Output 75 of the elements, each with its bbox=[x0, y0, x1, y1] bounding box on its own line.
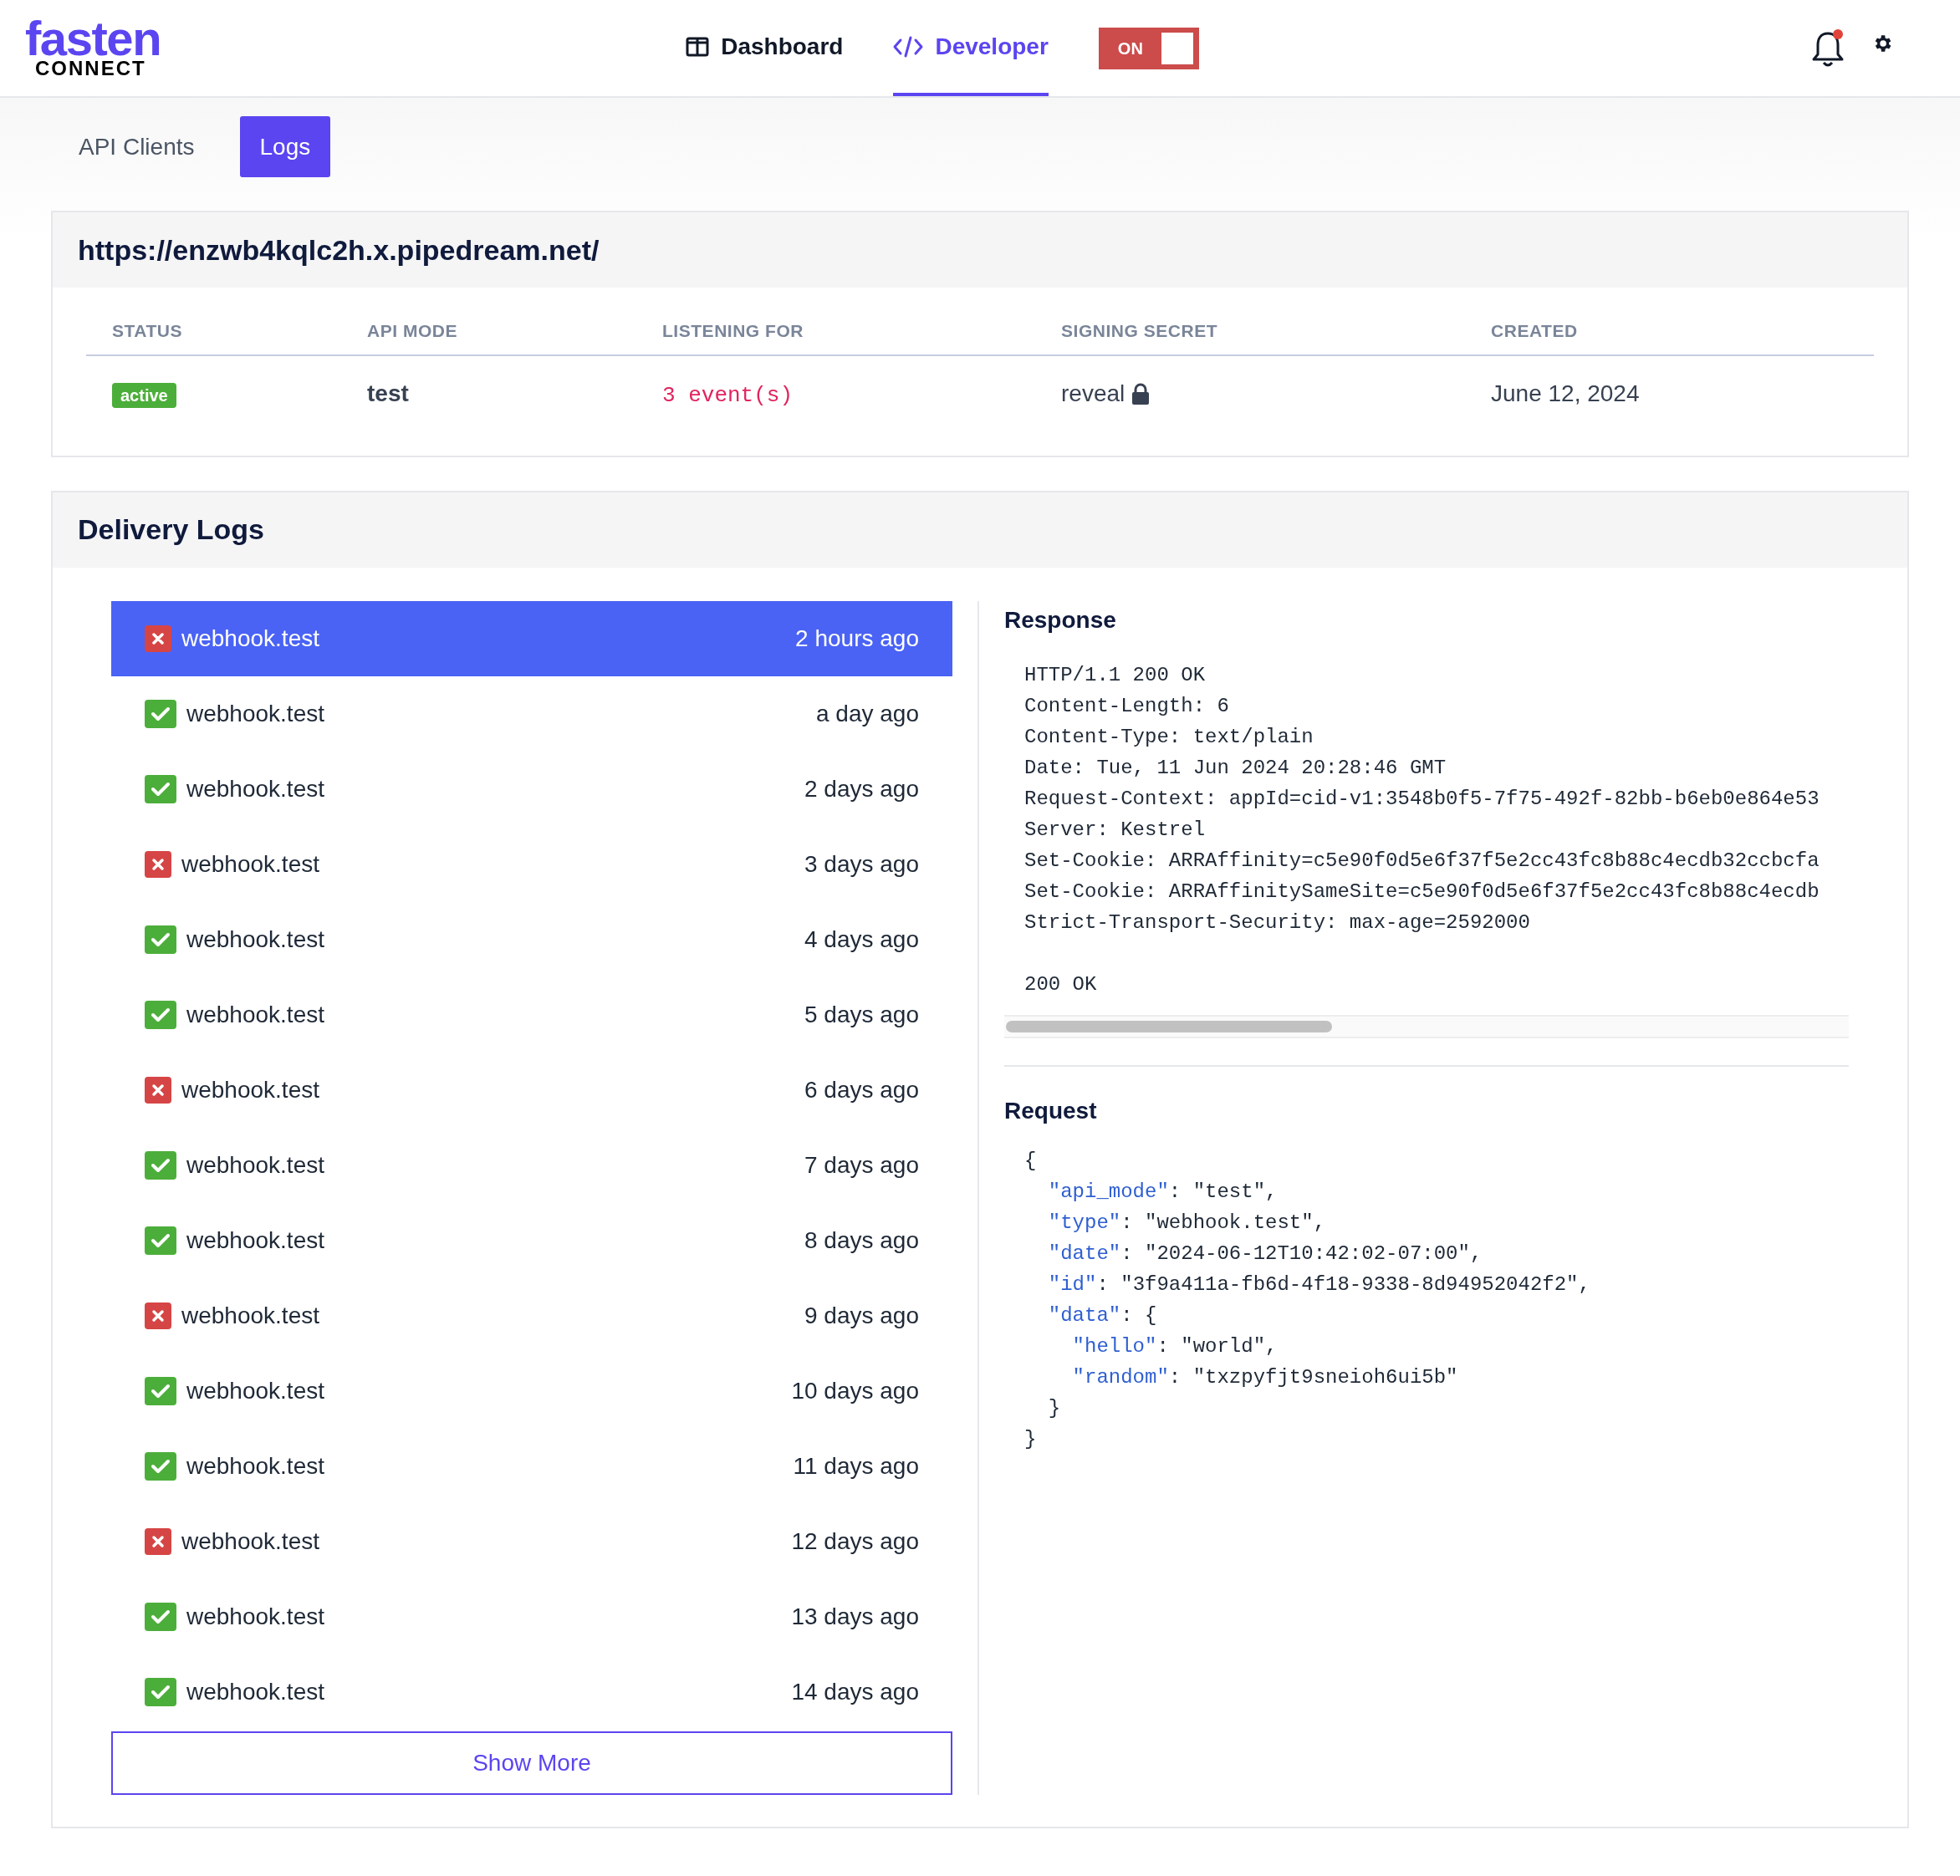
code-line: } bbox=[1047, 1395, 1061, 1421]
subtab[interactable]: API Clients bbox=[59, 116, 215, 177]
section-title: Response bbox=[1004, 605, 1117, 635]
subtab[interactable]: Logs bbox=[239, 116, 331, 177]
log-item[interactable]: webhook.test 10 days ago bbox=[111, 1353, 952, 1429]
log-item[interactable]: webhook.test 2 days ago bbox=[111, 751, 952, 827]
check-icon bbox=[145, 925, 176, 954]
check-icon bbox=[145, 1451, 176, 1481]
log-item[interactable]: webhook.test 3 days ago bbox=[111, 826, 952, 902]
column-header: API MODE bbox=[367, 321, 458, 340]
check-icon bbox=[145, 1602, 176, 1631]
check-icon bbox=[145, 1376, 176, 1405]
log-item[interactable]: webhook.test 13 days ago bbox=[111, 1578, 952, 1654]
log-item[interactable]: webhook.test 2 hours ago bbox=[111, 600, 952, 676]
log-item[interactable]: webhook.test 9 days ago bbox=[111, 1277, 952, 1353]
check-icon bbox=[145, 774, 176, 803]
cross-icon bbox=[145, 1076, 171, 1104]
check-icon bbox=[145, 1226, 176, 1255]
log-item[interactable]: webhook.test 5 days ago bbox=[111, 976, 952, 1053]
cross-icon bbox=[145, 1527, 171, 1555]
listening-for: 3 event(s) bbox=[662, 382, 794, 408]
logo-subtitle: CONNECT bbox=[34, 58, 147, 79]
log-item[interactable]: webhook.test 11 days ago bbox=[111, 1428, 952, 1504]
created-date: June 12, 2024 bbox=[1491, 380, 1640, 406]
log-item[interactable]: webhook.test 12 days ago bbox=[111, 1503, 952, 1579]
check-icon bbox=[145, 1000, 176, 1029]
nav-tab[interactable]: Dashboard bbox=[686, 0, 844, 96]
log-item[interactable]: webhook.test 6 days ago bbox=[111, 1052, 952, 1128]
code-line: } bbox=[1024, 1426, 1037, 1452]
response-line: Strict-Transport-Security: max-age=2592000 bbox=[1024, 910, 1530, 935]
code-line: "date": "2024-06-12T10:42:02-07:00", bbox=[1047, 1241, 1483, 1267]
code-line: "api_mode": "test", bbox=[1047, 1179, 1278, 1205]
cross-icon bbox=[145, 850, 171, 878]
code-line: "type": "webhook.test", bbox=[1047, 1210, 1326, 1236]
check-icon bbox=[145, 699, 176, 728]
column-header: SIGNING SECRET bbox=[1061, 321, 1218, 340]
endpoint-url: https://enzwb4kqlc2h.x.pipedream.net/ bbox=[78, 232, 600, 268]
log-item[interactable]: webhook.test 14 days ago bbox=[111, 1654, 952, 1730]
card-title: Delivery Logs bbox=[78, 512, 264, 547]
code-line: "id": "3f9a411a-fb6d-4f18-9338-8d94952042f2", bbox=[1047, 1272, 1590, 1297]
scrollbar[interactable] bbox=[1004, 1014, 1849, 1038]
layout-icon bbox=[686, 36, 710, 57]
code-line: "data": { bbox=[1047, 1302, 1157, 1328]
response-line: Content-Type: text/plain bbox=[1024, 724, 1314, 750]
response-body: 200 OK bbox=[1024, 971, 1097, 997]
response-line: Request-Context: appId=cid-v1:3548b0f5-7f75-492f-82bb-b6eb0e864e53 bbox=[1024, 786, 1820, 812]
code-icon bbox=[893, 35, 924, 58]
cross-icon bbox=[145, 1302, 171, 1329]
column-header: STATUS bbox=[112, 321, 183, 340]
lock-icon bbox=[1131, 383, 1151, 405]
check-icon bbox=[145, 1150, 176, 1180]
code-line: "random": "txzpyfjt9sneioh6ui5b" bbox=[1071, 1364, 1458, 1390]
log-item[interactable]: webhook.test 8 days ago bbox=[111, 1202, 952, 1278]
check-icon bbox=[145, 1677, 176, 1706]
code-line: { bbox=[1024, 1148, 1037, 1174]
response-line: HTTP/1.1 200 OK bbox=[1024, 662, 1206, 688]
code-line: "hello": "world", bbox=[1071, 1333, 1278, 1359]
response-line: Server: Kestrel bbox=[1024, 817, 1206, 843]
column-header: CREATED bbox=[1491, 321, 1578, 340]
response-line: Set-Cookie: ARRAffinity=c5e90f0d5e6f37f5e2cc43fc8b88c4ecdb32ccbcfa bbox=[1024, 848, 1820, 874]
status-badge: active bbox=[112, 383, 176, 408]
log-item[interactable]: webhook.test a day ago bbox=[111, 675, 952, 752]
show-more-button[interactable]: Show More bbox=[111, 1731, 952, 1795]
cross-icon bbox=[145, 624, 171, 652]
response-line: Date: Tue, 11 Jun 2024 20:28:46 GMT bbox=[1024, 755, 1447, 781]
column-header: LISTENING FOR bbox=[662, 321, 804, 340]
response-line: Set-Cookie: ARRAffinitySameSite=c5e90f0d5e6f37f5e2cc43fc8b88c4ecdb bbox=[1024, 879, 1820, 905]
api-mode: test bbox=[367, 380, 409, 406]
reveal-link[interactable]: reveal bbox=[1061, 376, 1125, 411]
response-line: Content-Length: 6 bbox=[1024, 693, 1229, 719]
section-title: Request bbox=[1004, 1096, 1098, 1125]
log-item[interactable]: webhook.test 4 days ago bbox=[111, 901, 952, 977]
logo-text: fasten bbox=[25, 18, 162, 59]
log-item[interactable]: webhook.test 7 days ago bbox=[111, 1127, 952, 1203]
toggle-switch[interactable]: ON bbox=[1098, 27, 1199, 69]
